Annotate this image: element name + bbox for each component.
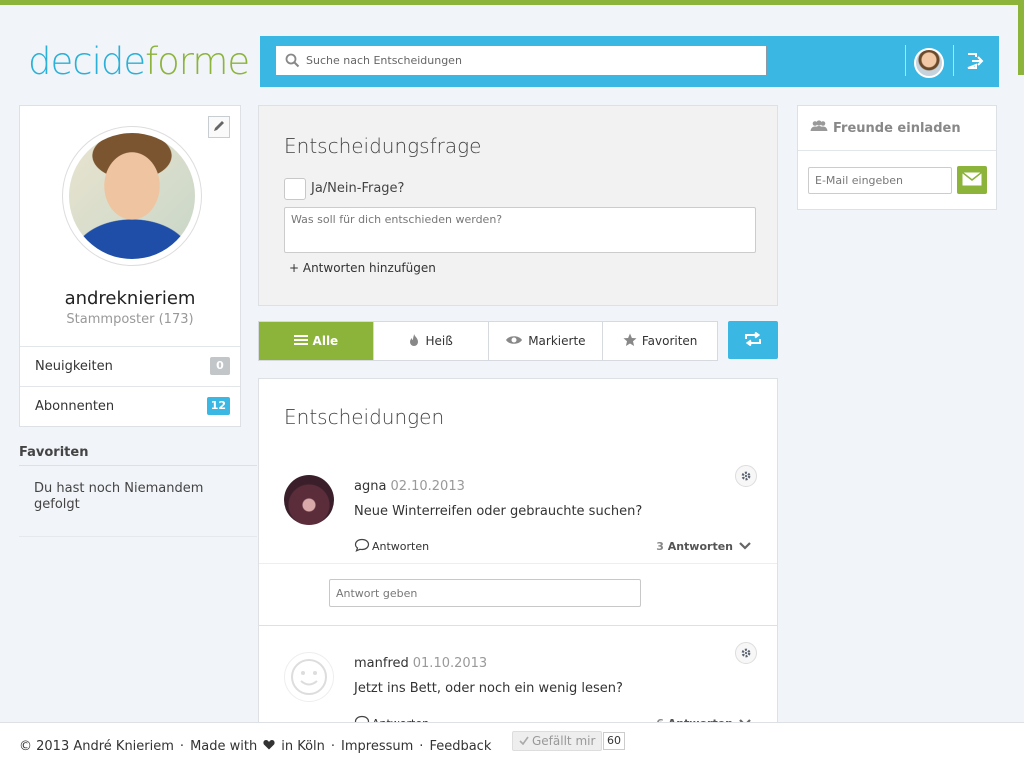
profile-rank: Stammposter (173) bbox=[66, 312, 194, 327]
edit-profile-button[interactable] bbox=[208, 116, 230, 138]
decisions-title: Entscheidungen bbox=[284, 405, 445, 429]
search-icon bbox=[285, 53, 300, 72]
invite-card: Freunde einladen bbox=[797, 105, 997, 210]
gear-icon bbox=[740, 467, 752, 486]
count-badge: 12 bbox=[206, 397, 230, 415]
profile-avatar bbox=[62, 126, 202, 266]
question-card: Entscheidungsfrage Ja/Nein-Frage? + Antw… bbox=[258, 105, 778, 306]
post-question[interactable]: Jetzt ins Bett, oder noch ein wenig lese… bbox=[354, 681, 623, 696]
made-with-text: Made with bbox=[190, 739, 258, 754]
comment-icon bbox=[354, 538, 370, 555]
post-user[interactable]: agna bbox=[354, 479, 386, 494]
favorites-empty-text: Du hast noch Niemandem gefolgt bbox=[34, 481, 204, 512]
post-settings-button[interactable] bbox=[735, 642, 757, 664]
add-answers-link[interactable]: + Antworten hinzufügen bbox=[289, 261, 436, 275]
like-count: 60 bbox=[603, 732, 625, 750]
sidebar-item-neuigkeiten[interactable]: Neuigkeiten 0 bbox=[20, 346, 240, 386]
header-avatar[interactable] bbox=[914, 48, 944, 78]
reply-input[interactable] bbox=[329, 579, 641, 607]
favorites-title: Favoriten bbox=[19, 445, 89, 460]
logout-icon[interactable] bbox=[965, 51, 985, 75]
tab-marked[interactable]: Markierte bbox=[487, 322, 603, 360]
chevron-down-icon bbox=[739, 540, 751, 553]
users-icon bbox=[810, 120, 828, 136]
list-icon bbox=[293, 334, 308, 349]
divider bbox=[19, 465, 257, 466]
count-badge: 0 bbox=[210, 357, 230, 375]
pencil-icon bbox=[212, 118, 226, 137]
yes-no-checkbox[interactable] bbox=[284, 178, 306, 200]
footer: © 2013 André Knieriem · Made with in Köl… bbox=[0, 722, 1024, 768]
post-user[interactable]: manfred bbox=[354, 656, 409, 671]
eye-icon bbox=[505, 334, 523, 349]
tab-all[interactable]: Alle bbox=[259, 322, 373, 360]
avatar[interactable] bbox=[284, 475, 334, 525]
avatar[interactable] bbox=[284, 652, 334, 702]
tab-hot[interactable]: Heiß bbox=[372, 322, 488, 360]
fire-icon bbox=[408, 333, 420, 350]
heart-icon bbox=[263, 739, 275, 754]
post-settings-button[interactable] bbox=[735, 465, 757, 487]
filter-tabs: Alle Heiß Markierte Favoriten bbox=[258, 321, 718, 361]
post-date: 02.10.2013 bbox=[390, 479, 465, 494]
send-invite-button[interactable] bbox=[957, 166, 987, 194]
reply-area bbox=[259, 563, 777, 625]
email-field[interactable] bbox=[808, 167, 952, 194]
divider bbox=[259, 625, 777, 626]
feedback-link[interactable]: Feedback bbox=[429, 739, 491, 754]
search-box[interactable] bbox=[275, 45, 767, 76]
yes-no-label: Ja/Nein-Frage? bbox=[311, 181, 405, 196]
post-date: 01.10.2013 bbox=[412, 656, 488, 671]
header-separator bbox=[905, 45, 906, 76]
like-button[interactable]: Gefällt mir bbox=[512, 731, 603, 751]
question-textarea[interactable] bbox=[284, 207, 756, 253]
profile-card: andreknieriem Stammposter (173) Neuigkei… bbox=[19, 105, 241, 427]
envelope-icon bbox=[962, 171, 982, 190]
star-icon bbox=[623, 333, 637, 350]
impressum-link[interactable]: Impressum bbox=[341, 739, 413, 754]
top-accent-line bbox=[0, 0, 1024, 5]
gear-icon bbox=[740, 644, 752, 663]
header-bar bbox=[260, 36, 999, 87]
header-separator bbox=[953, 45, 954, 76]
tab-favorites[interactable]: Favoriten bbox=[602, 322, 717, 360]
invite-header: Freunde einladen bbox=[798, 106, 996, 151]
profile-username: andreknieriem bbox=[64, 288, 196, 309]
post-question[interactable]: Neue Winterreifen oder gebrauchte suchen… bbox=[354, 504, 642, 519]
logo[interactable]: decideforme bbox=[28, 40, 250, 83]
search-input[interactable] bbox=[306, 46, 756, 75]
city-text: in Köln bbox=[281, 739, 325, 754]
answers-count[interactable]: 3 Antworten bbox=[656, 540, 751, 553]
answers-link[interactable]: Antworten bbox=[354, 538, 429, 555]
check-icon bbox=[519, 734, 529, 748]
repeat-icon bbox=[743, 331, 763, 350]
divider bbox=[19, 536, 257, 537]
copyright: © 2013 André Knieriem bbox=[19, 739, 174, 754]
decisions-card: Entscheidungen agna 02.10.2013 Neue Winte… bbox=[258, 378, 778, 738]
question-title: Entscheidungsfrage bbox=[284, 134, 482, 158]
refresh-button[interactable] bbox=[728, 321, 778, 359]
sidebar-item-abonnenten[interactable]: Abonnenten 12 bbox=[20, 386, 240, 426]
right-accent-strip bbox=[1018, 5, 1024, 75]
